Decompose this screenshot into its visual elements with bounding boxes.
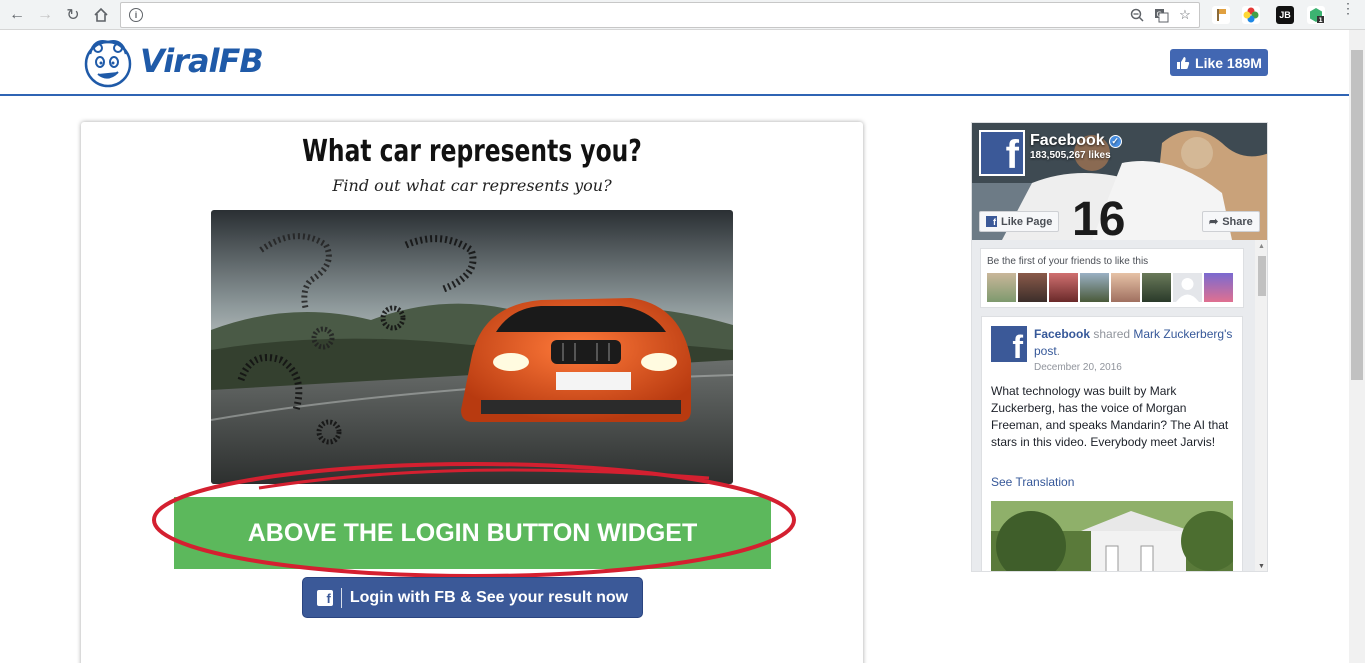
post-target-link[interactable]: Mark Zuckerberg [1133, 327, 1224, 341]
scroll-up-icon[interactable]: ▲ [1258, 243, 1265, 250]
header-like-button[interactable]: Like 189M [1170, 49, 1268, 76]
post-author-link[interactable]: Facebook [1034, 327, 1090, 341]
share-label: Share [1222, 215, 1253, 228]
zoom-icon[interactable] [1129, 6, 1145, 24]
post-date[interactable]: December 20, 2016 [1034, 362, 1122, 373]
verified-badge-icon: ✓ [1108, 134, 1122, 148]
browser-toolbar: ← → ↻ i G ☆ JB 1 ⋮ [0, 0, 1365, 30]
translate-icon[interactable]: G [1153, 6, 1169, 24]
post-image[interactable] [991, 501, 1233, 571]
fb-page-likes: 183,505,267 likes [1030, 150, 1111, 161]
back-icon[interactable]: ← [6, 4, 28, 26]
post-text: What technology was built by Mark Zucker… [991, 384, 1229, 449]
fb-widget-scrollbar[interactable]: ▲ ▼ [1255, 240, 1267, 571]
friends-like-text: Be the first of your friends to like thi… [987, 256, 1149, 267]
above-login-widget[interactable]: ABOVE THE LOGIN BUTTON WIDGET [174, 497, 771, 569]
thumbs-up-icon [1177, 56, 1190, 69]
fb-post: f Facebook shared Mark Zuckerberg's post… [981, 316, 1243, 571]
site-header: ViralFB Like 189M [0, 30, 1349, 96]
home-icon[interactable] [90, 4, 112, 26]
post-header: Facebook shared Mark Zuckerberg's post. [1034, 326, 1234, 360]
quiz-title: What car represents you? [302, 134, 642, 169]
extension-green-icon[interactable]: 1 [1307, 6, 1325, 24]
share-button[interactable]: ➦ Share [1202, 211, 1260, 232]
logo-face-icon [84, 40, 132, 88]
avatar[interactable] [1204, 273, 1233, 302]
share-arrow-icon: ➦ [1209, 216, 1219, 228]
quiz-car-image [211, 210, 733, 484]
fb-page-name-text: Facebook [1030, 132, 1105, 149]
like-page-button[interactable]: f Like Page [979, 211, 1060, 232]
fb-widget-scroll-thumb[interactable] [1258, 256, 1266, 296]
quiz-subtitle: Find out what car represents you? [332, 176, 612, 195]
avatar[interactable] [1080, 273, 1109, 302]
post-verb: shared [1090, 327, 1134, 341]
avatar[interactable] [1173, 273, 1202, 302]
scroll-down-icon[interactable]: ▼ [1258, 563, 1265, 570]
fb-login-label: Login with FB & See your result now [349, 588, 629, 606]
svg-text:16: 16 [1072, 193, 1125, 240]
extension-flag-icon[interactable] [1212, 6, 1230, 24]
avatar[interactable] [1111, 273, 1140, 302]
fb-page-logo[interactable]: f [979, 130, 1025, 176]
page-scrollbar-thumb[interactable] [1351, 50, 1363, 380]
browser-menu-icon[interactable]: ⋮ [1341, 1, 1355, 15]
svg-text:G: G [1156, 10, 1161, 18]
avatar[interactable] [1142, 273, 1171, 302]
extension-jb-icon[interactable]: JB [1276, 6, 1294, 24]
post-possessive: 's [1224, 327, 1233, 341]
avatar[interactable] [1018, 273, 1047, 302]
friend-avatars [987, 273, 1233, 302]
fb-widget-feed: Be the first of your friends to like thi… [972, 240, 1255, 571]
svg-text:1: 1 [1319, 17, 1323, 23]
header-like-label: Like 189M [1195, 54, 1262, 71]
post-author-avatar[interactable]: f [991, 326, 1027, 363]
site-info-icon[interactable]: i [129, 8, 143, 22]
site-logo[interactable]: ViralFB [140, 42, 264, 80]
facebook-icon: f [986, 216, 997, 227]
extension-color-icon[interactable] [1242, 6, 1260, 24]
quiz-card: What car represents you? Find out what c… [81, 122, 863, 663]
friends-like-box: Be the first of your friends to like thi… [980, 248, 1244, 308]
like-page-label: Like Page [1001, 215, 1053, 228]
see-translation-link[interactable]: See Translation [991, 475, 1074, 489]
page-scrollbar[interactable] [1349, 30, 1365, 663]
address-bar[interactable]: i G ☆ [120, 2, 1200, 28]
avatar[interactable] [1049, 273, 1078, 302]
post-object-link[interactable]: post [1034, 344, 1057, 358]
avatar[interactable] [987, 273, 1016, 302]
fb-login-button[interactable]: f Login with FB & See your result now [302, 577, 643, 618]
bookmark-star-icon[interactable]: ☆ [1177, 6, 1193, 24]
fb-page-name[interactable]: Facebook ✓ [1030, 132, 1122, 150]
reload-icon[interactable]: ↻ [62, 4, 84, 26]
forward-icon[interactable]: → [34, 4, 56, 26]
fb-cover-photo[interactable]: 16 f Facebook ✓ 183,505,267 likes f Like… [972, 123, 1267, 240]
fb-page-widget: 16 f Facebook ✓ 183,505,267 likes f Like… [971, 122, 1268, 572]
facebook-icon: f [316, 589, 333, 606]
post-end: . [1056, 344, 1061, 358]
button-separator [340, 587, 342, 608]
